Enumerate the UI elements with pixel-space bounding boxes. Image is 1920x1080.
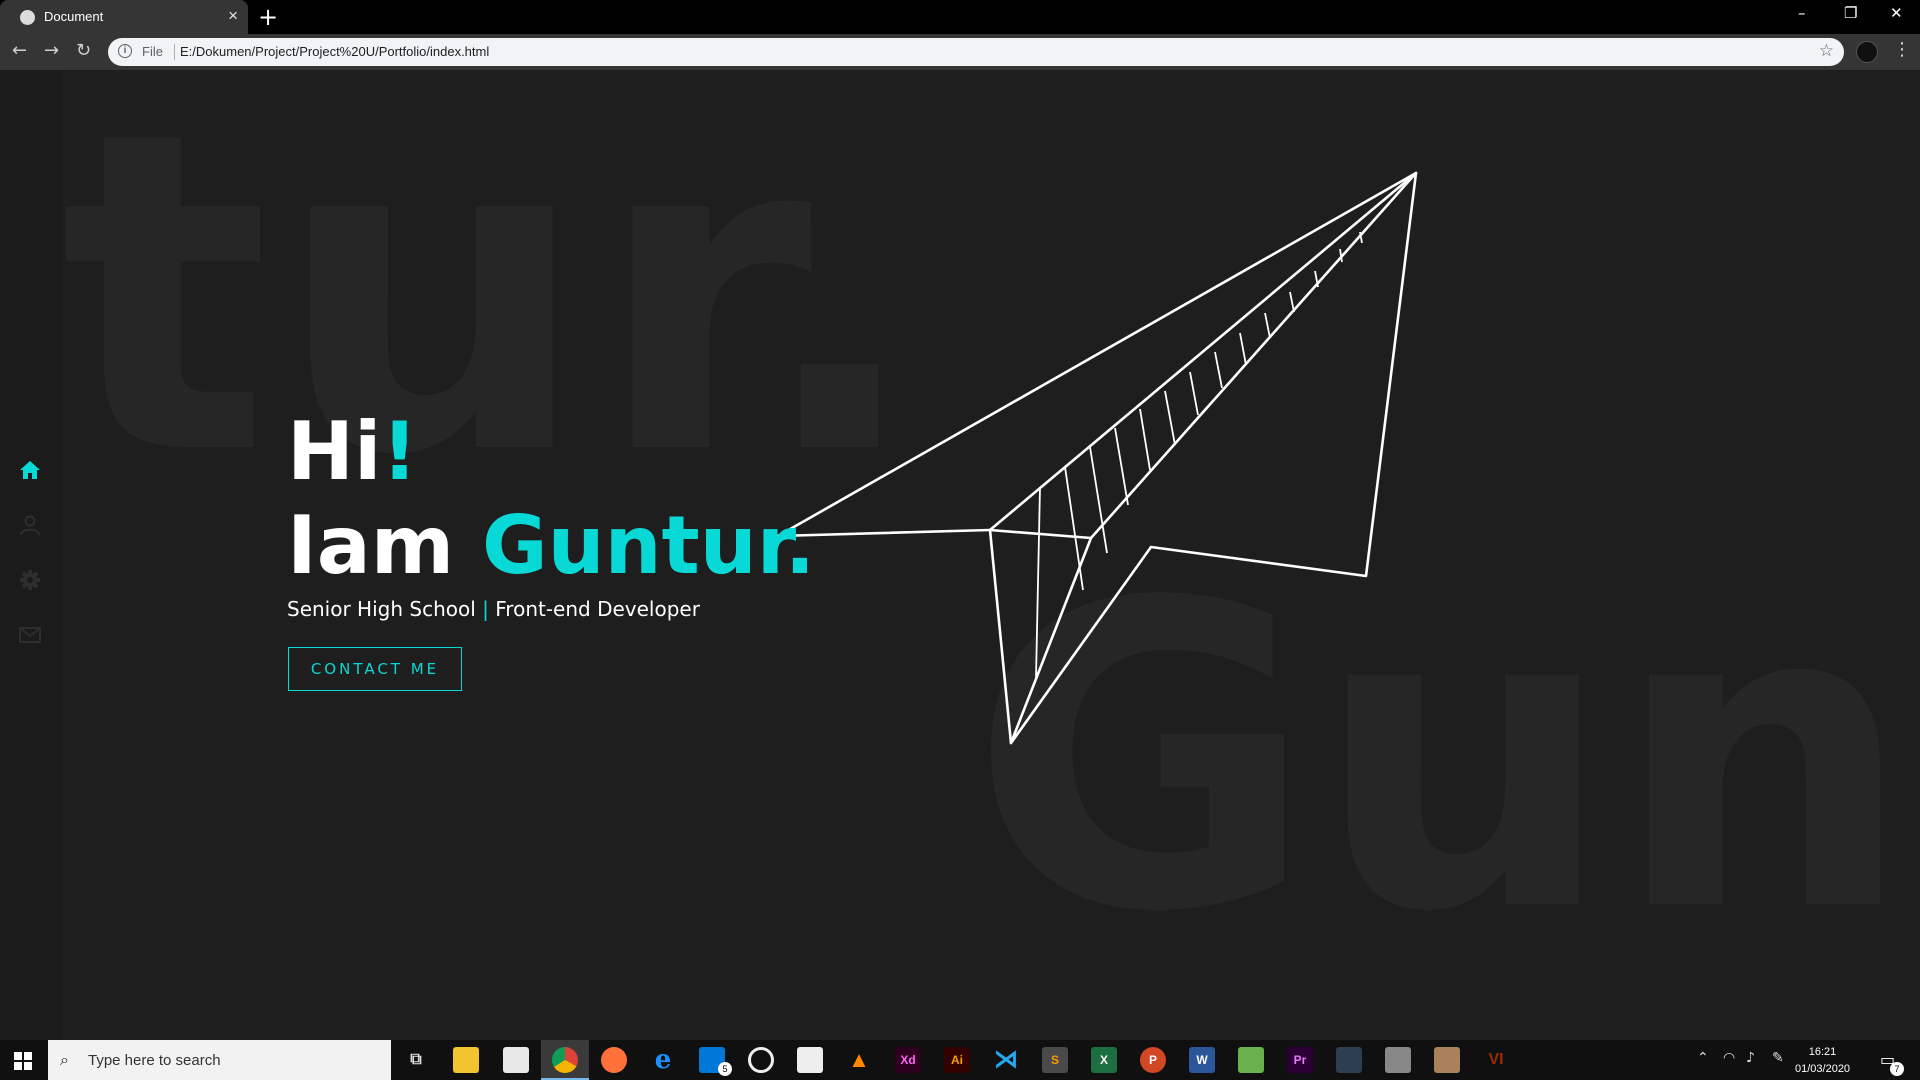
- url-scheme: File: [142, 44, 163, 59]
- close-window-button[interactable]: ✕: [1890, 4, 1903, 22]
- browser-tab-strip: Document × + – ❐ ✕: [0, 0, 1920, 34]
- browser-menu-button[interactable]: ⋮: [1893, 39, 1911, 60]
- app-icon[interactable]: [1336, 1047, 1362, 1073]
- network-icon[interactable]: ◠: [1723, 1050, 1735, 1066]
- volume-icon[interactable]: ♪: [1746, 1050, 1755, 1066]
- vscode-icon[interactable]: ⋊: [993, 1047, 1019, 1073]
- role-school: Senior High School: [287, 597, 476, 621]
- task-view-icon[interactable]: ⧉: [403, 1047, 429, 1073]
- divider: [174, 44, 175, 60]
- edge-icon[interactable]: e: [650, 1047, 676, 1073]
- groove-icon[interactable]: [748, 1047, 774, 1073]
- hero-subtitle: Senior High School | Front-end Developer: [287, 597, 815, 621]
- video-editor-icon[interactable]: [797, 1047, 823, 1073]
- photo-icon[interactable]: [1385, 1047, 1411, 1073]
- browser-toolbar: ← → ↻ i File E:/Dokumen/Project/Project%…: [0, 34, 1920, 70]
- intro-text: Iam: [287, 499, 455, 592]
- tab-close-button[interactable]: ×: [228, 6, 238, 26]
- globe-icon: [20, 10, 35, 25]
- powerpoint-icon[interactable]: P: [1140, 1047, 1166, 1073]
- clock-time: 16:21: [1808, 1046, 1837, 1058]
- file-explorer-icon[interactable]: [453, 1047, 479, 1073]
- clock-date: 01/03/2020: [1795, 1063, 1851, 1075]
- role-job: Front-end Developer: [495, 597, 700, 621]
- reload-button[interactable]: ↻: [76, 40, 91, 61]
- address-bar[interactable]: i File E:/Dokumen/Project/Project%20U/Po…: [108, 38, 1844, 66]
- photo2-icon[interactable]: [1434, 1047, 1460, 1073]
- search-icon: ⌕: [60, 1050, 69, 1069]
- profile-avatar[interactable]: [1856, 41, 1878, 63]
- vi-icon[interactable]: VI: [1483, 1047, 1509, 1073]
- excel-icon[interactable]: X: [1091, 1047, 1117, 1073]
- chrome-icon[interactable]: [552, 1047, 578, 1073]
- minimize-button[interactable]: –: [1798, 4, 1806, 22]
- info-icon[interactable]: i: [118, 44, 132, 58]
- illustrator-icon[interactable]: Ai: [944, 1047, 970, 1073]
- corel-icon[interactable]: [1238, 1047, 1264, 1073]
- search-placeholder: Type here to search: [88, 1052, 221, 1069]
- chevron-up-icon[interactable]: ⌃: [1697, 1050, 1709, 1066]
- tab-document[interactable]: Document ×: [0, 0, 248, 34]
- hero-name: Guntur.: [481, 499, 816, 592]
- back-button[interactable]: ←: [12, 40, 27, 61]
- firefox-icon[interactable]: [601, 1047, 627, 1073]
- greeting-text: Hi: [287, 405, 382, 498]
- intro-line: Iam Guntur.: [287, 499, 815, 593]
- tab-title: Document: [44, 9, 104, 24]
- contact-me-button[interactable]: CONTACT ME: [288, 647, 462, 691]
- role-separator: |: [482, 597, 489, 621]
- pen-icon[interactable]: ✎: [1772, 1050, 1784, 1066]
- windows-taskbar: ⌕ Type here to search ⧉ e 5 ▲ Xd Ai ⋊ S …: [0, 1040, 1920, 1080]
- hero-section: Hi! Iam Guntur. Senior High School | Fro…: [287, 405, 815, 621]
- word-icon[interactable]: W: [1189, 1047, 1215, 1073]
- new-tab-button[interactable]: +: [258, 3, 278, 31]
- forward-button[interactable]: →: [44, 40, 59, 61]
- premiere-icon[interactable]: Pr: [1287, 1047, 1313, 1073]
- mail-badge: 5: [718, 1062, 732, 1076]
- greeting-line: Hi!: [287, 405, 815, 499]
- greeting-mark: !: [381, 405, 418, 498]
- taskbar-search[interactable]: ⌕ Type here to search: [48, 1040, 391, 1080]
- store-icon[interactable]: [503, 1047, 529, 1073]
- sublime-icon[interactable]: S: [1042, 1047, 1068, 1073]
- adobe-xd-icon[interactable]: Xd: [895, 1047, 921, 1073]
- windows-start-icon[interactable]: [14, 1052, 32, 1070]
- restore-button[interactable]: ❐: [1844, 4, 1857, 22]
- taskbar-clock[interactable]: 16:21 01/03/2020: [1795, 1044, 1850, 1078]
- portfolio-page: tur. Gun Hi! Iam Guntur. Senior High Sch…: [0, 70, 1920, 1040]
- star-icon[interactable]: ☆: [1819, 41, 1834, 61]
- vlc-icon[interactable]: ▲: [846, 1047, 872, 1073]
- notification-badge: 7: [1890, 1062, 1904, 1076]
- url-text[interactable]: E:/Dokumen/Project/Project%20U/Portfolio…: [180, 44, 489, 59]
